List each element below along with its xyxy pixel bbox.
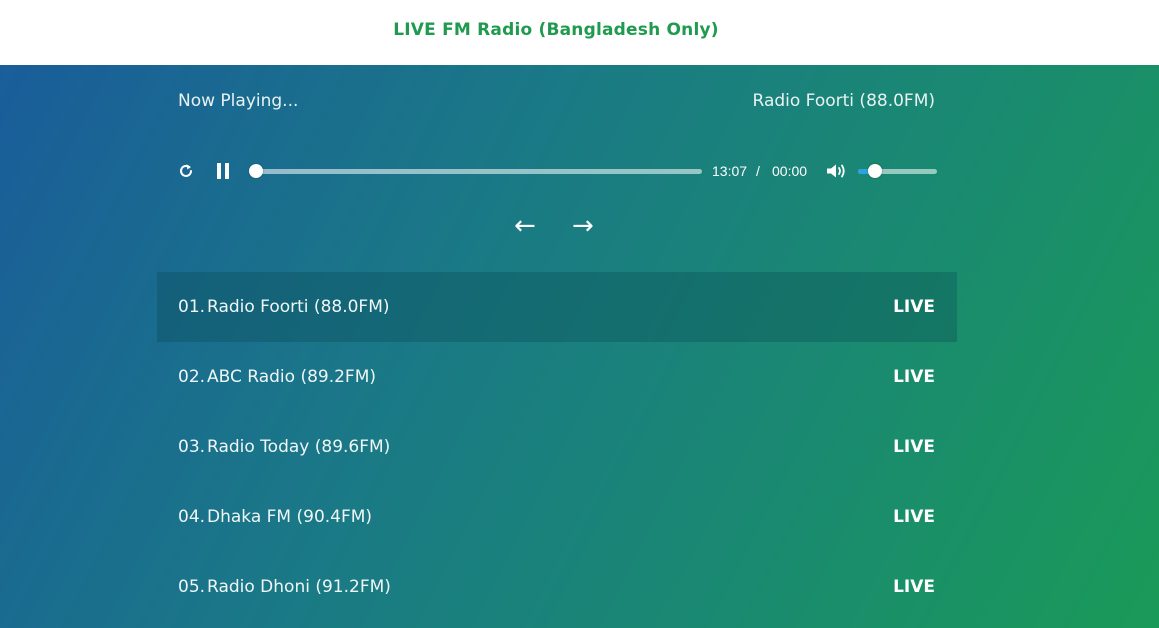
now-playing-station: Radio Foorti (88.0FM) [752,91,936,111]
page-title: LIVE FM Radio (Bangladesh Only) [393,20,719,40]
station-name: ABC Radio (89.2FM) [207,367,377,387]
station-number: 04. [178,507,206,527]
station-name: Radio Dhoni (91.2FM) [207,577,391,597]
station-item[interactable]: 04. Dhaka FM (90.4FM) LIVE [157,482,957,552]
station-number: 05. [178,577,206,597]
station-item[interactable]: 02. ABC Radio (89.2FM) LIVE [157,342,957,412]
live-badge: LIVE [893,437,935,457]
reload-button[interactable] [175,157,197,185]
live-badge: LIVE [893,577,935,597]
time-separator: / [756,163,760,179]
live-badge: LIVE [893,507,935,527]
seek-handle[interactable] [249,164,263,178]
audio-player: 13:07 / 00:00 [172,157,942,185]
mute-button[interactable] [824,157,848,185]
station-name: Dhaka FM (90.4FM) [207,507,373,527]
current-time: 13:07 [712,163,748,179]
next-station-button[interactable]: → [572,208,594,244]
station-number: 03. [178,437,206,457]
station-item[interactable]: 05. Radio Dhoni (91.2FM) LIVE [157,552,957,622]
pause-icon [217,163,229,179]
seek-bar[interactable] [256,169,702,174]
station-navigation: ← → [510,208,610,244]
top-bar: LIVE FM Radio (Bangladesh Only) [0,0,1159,65]
duration-time: 00:00 [772,163,808,179]
previous-station-button[interactable]: ← [514,208,536,244]
station-item[interactable]: 03. Radio Today (89.6FM) LIVE [157,412,957,482]
station-item[interactable]: 01. Radio Foorti (88.0FM) LIVE [157,272,957,342]
player-panel: Now Playing... Radio Foorti (88.0FM) 13:… [0,65,1159,628]
volume-handle[interactable] [868,164,883,178]
station-name: Radio Foorti (88.0FM) [207,297,390,317]
station-number: 02. [178,367,206,387]
pause-button[interactable] [212,157,234,185]
reload-icon [180,164,192,177]
live-badge: LIVE [893,367,935,387]
live-badge: LIVE [893,297,935,317]
station-name: Radio Today (89.6FM) [207,437,391,457]
now-playing-label: Now Playing... [178,91,299,111]
volume-icon [827,164,845,178]
station-list: 01. Radio Foorti (88.0FM) LIVE 02. ABC R… [157,272,957,622]
station-number: 01. [178,297,206,317]
